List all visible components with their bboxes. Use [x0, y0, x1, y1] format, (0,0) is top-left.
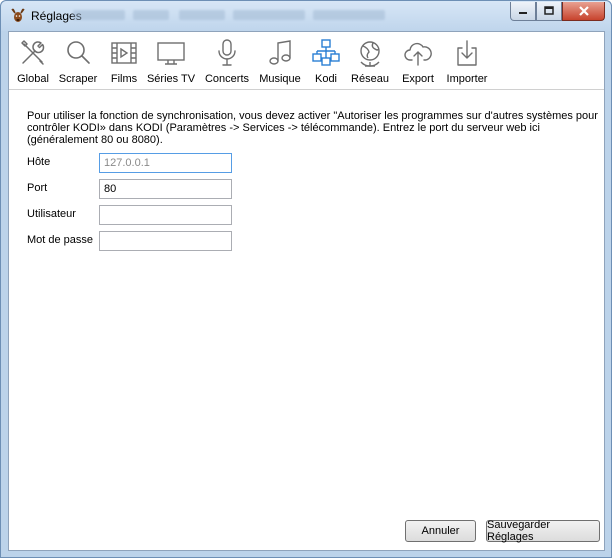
import-icon: [457, 40, 477, 66]
host-label: Hôte: [27, 156, 51, 168]
settings-toolbar: Global Scraper Films Séries TV Concerts …: [9, 32, 604, 90]
tab-reseau[interactable]: Réseau: [349, 36, 391, 88]
blurred-title-area: [233, 10, 305, 20]
user-row: Utilisateur: [27, 205, 237, 225]
magnifier-icon: [67, 41, 90, 64]
app-logo-icon: [11, 8, 25, 22]
tab-series-tv[interactable]: Séries TV: [147, 36, 195, 88]
tab-kodi[interactable]: Kodi: [311, 36, 341, 88]
blurred-title-area: [73, 10, 125, 20]
tab-importer[interactable]: Importer: [445, 36, 489, 88]
blurred-title-area: [313, 10, 385, 20]
host-input[interactable]: [99, 153, 232, 173]
tab-label: Concerts: [204, 73, 250, 85]
tv-icon: [157, 42, 185, 65]
cloud-upload-icon: [404, 42, 432, 66]
title-bar[interactable]: Réglages: [1, 1, 611, 31]
tab-concerts[interactable]: Concerts: [204, 36, 250, 88]
tab-label: Séries TV: [146, 73, 196, 85]
tab-label: Importer: [446, 73, 488, 85]
minimize-icon: [519, 12, 527, 14]
film-icon: [111, 42, 137, 64]
password-label: Mot de passe: [27, 234, 94, 246]
user-label: Utilisateur: [27, 208, 76, 220]
tab-scraper[interactable]: Scraper: [57, 36, 99, 88]
minimize-button[interactable]: [510, 2, 536, 21]
blurred-title-area: [133, 10, 169, 20]
blurred-title-area: [179, 10, 225, 20]
password-row: Mot de passe: [27, 231, 237, 251]
network-boxes-icon: [312, 39, 340, 66]
tab-label: Musique: [259, 73, 301, 85]
host-row: Hôte: [27, 153, 237, 173]
microphone-icon: [218, 39, 236, 66]
tab-label: Export: [402, 73, 434, 85]
tab-export[interactable]: Export: [400, 36, 436, 88]
port-row: Port: [27, 179, 237, 199]
maximize-icon: [544, 6, 554, 15]
settings-window: Réglages Global Scraper Films Séries TV …: [0, 0, 612, 558]
tab-global[interactable]: Global: [17, 36, 49, 88]
kodi-description: Pour utiliser la fonction de synchronisa…: [27, 110, 598, 146]
tab-label: Kodi: [314, 73, 338, 85]
user-input[interactable]: [99, 205, 232, 225]
close-icon: [578, 6, 589, 16]
settings-content: Global Scraper Films Séries TV Concerts …: [8, 31, 605, 551]
password-input[interactable]: [99, 231, 232, 251]
port-label: Port: [27, 182, 48, 194]
cancel-button[interactable]: Annuler: [405, 520, 476, 542]
save-settings-button[interactable]: Sauvegarder Réglages: [486, 519, 600, 543]
port-input[interactable]: [99, 179, 232, 199]
maximize-button[interactable]: [536, 2, 562, 21]
tab-films[interactable]: Films: [109, 36, 139, 88]
tab-label: Global: [17, 73, 49, 85]
wrench-screwdriver-icon: [21, 40, 45, 65]
tab-label: Films: [110, 73, 138, 85]
tab-label: Réseau: [351, 73, 389, 85]
tab-label: Scraper: [58, 73, 98, 85]
globe-icon: [360, 41, 380, 67]
close-button[interactable]: [562, 2, 605, 21]
tab-musique[interactable]: Musique: [259, 36, 301, 88]
music-note-icon: [269, 40, 291, 65]
